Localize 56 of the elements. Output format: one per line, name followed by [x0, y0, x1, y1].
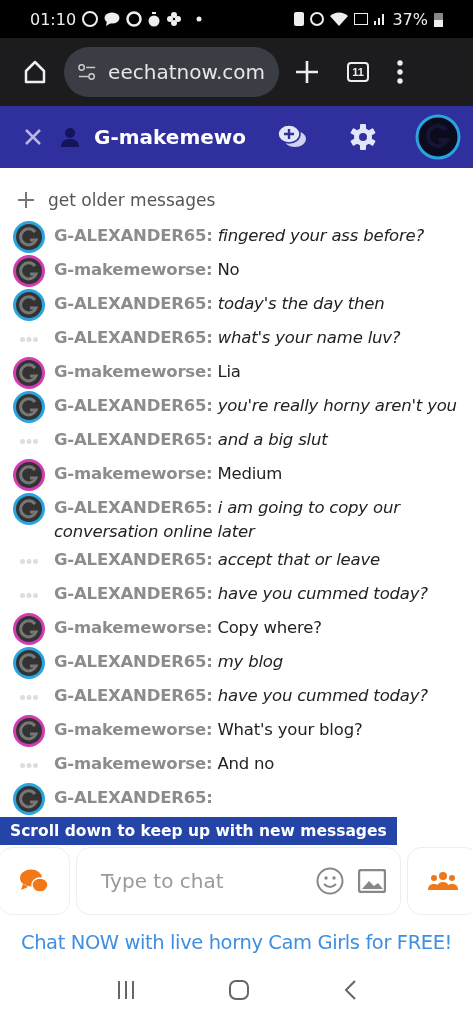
- ellipsis-icon: [20, 438, 38, 444]
- chat-input-field[interactable]: Type to chat: [99, 868, 302, 894]
- user-icon: [60, 127, 80, 147]
- chat-bubbles-icon: [19, 868, 49, 894]
- chat-message: G-ALEXANDER65: have you cummed today?: [54, 685, 428, 707]
- chat-message: G-ALEXANDER65: today's the day then: [54, 293, 385, 315]
- users-icon: [428, 871, 458, 891]
- plus-icon: [18, 192, 34, 208]
- image-icon[interactable]: [358, 869, 386, 893]
- address-bar[interactable]: eechatnow.com: [64, 47, 279, 97]
- back-icon: [342, 979, 357, 1001]
- flower-icon: [166, 11, 183, 27]
- chat-message: G-ALEXANDER65: my blog: [54, 651, 284, 673]
- chat-message: G-makemeworse: Medium: [54, 463, 283, 485]
- close-icon: [24, 128, 42, 146]
- emoji-icon[interactable]: [316, 867, 344, 895]
- timer-icon: [148, 11, 161, 27]
- chat-rooms-button[interactable]: [0, 847, 70, 915]
- chat-message: G-ALEXANDER65: you're really horny aren't you: [54, 395, 457, 417]
- site-settings-icon: [78, 63, 97, 81]
- signal-icon: [374, 13, 387, 25]
- chat-message: G-ALEXANDER65: accept that or leave: [54, 549, 380, 571]
- battery-icon: [434, 11, 443, 27]
- plus-icon: [295, 60, 319, 84]
- chat-bubble-icon: [104, 12, 121, 26]
- chat-message: G-ALEXANDER65: what's your name luv?: [54, 327, 401, 349]
- older-messages-link[interactable]: get older messages: [18, 186, 216, 214]
- chat-message: G-ALEXANDER65: and a big slut: [54, 429, 328, 451]
- ring-icon: [126, 11, 143, 27]
- chat-message: G-ALEXANDER65: fingered your ass before?: [54, 225, 424, 247]
- tab-count-button[interactable]: 11: [347, 62, 369, 82]
- ellipsis-icon: [20, 336, 38, 342]
- chat-message: G-makemeworse: Lia: [54, 361, 241, 383]
- users-button[interactable]: [407, 847, 473, 915]
- ellipsis-icon: [20, 558, 38, 564]
- menu-icon: [397, 60, 403, 84]
- avatar-icon[interactable]: [415, 114, 461, 160]
- dot-icon: [196, 16, 203, 22]
- chat-message: G-ALEXANDER65:: [54, 787, 213, 809]
- ellipsis-icon: [20, 762, 38, 768]
- chat-message: G-makemeworse: What's your blog?: [54, 719, 363, 741]
- username-title: G-makemewo: [94, 125, 247, 149]
- chat-message: G-makemeworse: And no: [54, 753, 275, 775]
- ellipsis-icon: [20, 694, 38, 700]
- settings-icon: [349, 123, 377, 151]
- chat-message: G-makemeworse: No: [54, 259, 240, 281]
- battery-percentage: 37%: [392, 9, 428, 29]
- chat-message: G-ALEXANDER65: have you cummed today?: [54, 583, 428, 605]
- scroll-notice[interactable]: Scroll down to keep up with new messages: [0, 817, 397, 845]
- home-icon: [22, 59, 48, 85]
- url-text: eechatnow.com: [108, 60, 265, 84]
- clock-time: 01:10: [30, 9, 77, 29]
- chat-message: G-makemeworse: Copy where?: [54, 617, 322, 639]
- recents-icon: [116, 980, 137, 1000]
- wifi-icon: [330, 12, 349, 26]
- ellipsis-icon: [20, 592, 38, 598]
